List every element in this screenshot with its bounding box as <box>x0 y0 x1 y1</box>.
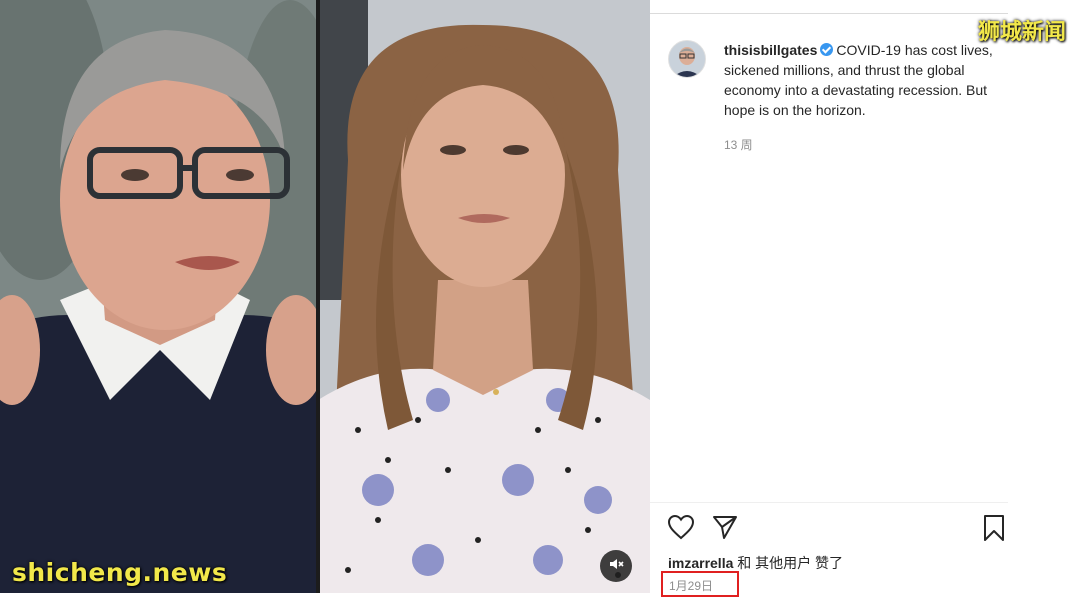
watermark-bottom-left: shicheng.news <box>12 558 228 587</box>
watermark-top-right: 狮城新闻 <box>977 20 1066 45</box>
post-date[interactable]: 1月29日 <box>669 577 713 594</box>
actions-divider <box>650 502 1008 503</box>
top-divider <box>650 13 1008 14</box>
likes-suffix-text[interactable]: 和 其他用户 赞了 <box>733 555 843 571</box>
save-button[interactable] <box>980 514 1008 547</box>
likes-summary: imzarrella 和 其他用户 赞了 <box>668 553 843 573</box>
bookmark-icon <box>982 514 1006 547</box>
share-button[interactable] <box>710 515 740 543</box>
video-frame-right <box>318 0 650 593</box>
video-divider <box>316 0 320 593</box>
video-frame-left <box>0 0 318 593</box>
username-link[interactable]: thisisbillgates <box>724 42 817 58</box>
like-button[interactable] <box>666 514 696 545</box>
verified-badge-icon <box>820 43 834 56</box>
avatar[interactable] <box>668 40 706 78</box>
liked-by-user-link[interactable]: imzarrella <box>668 555 733 571</box>
heart-icon <box>667 514 695 545</box>
mute-button[interactable] <box>600 550 632 582</box>
post-caption: thisisbillgates COVID-19 has cost lives, … <box>724 40 994 120</box>
video-player[interactable] <box>0 0 650 593</box>
paper-plane-icon <box>711 514 739 545</box>
post-time-ago[interactable]: 13 周 <box>724 136 753 153</box>
speaker-muted-icon <box>608 556 624 577</box>
